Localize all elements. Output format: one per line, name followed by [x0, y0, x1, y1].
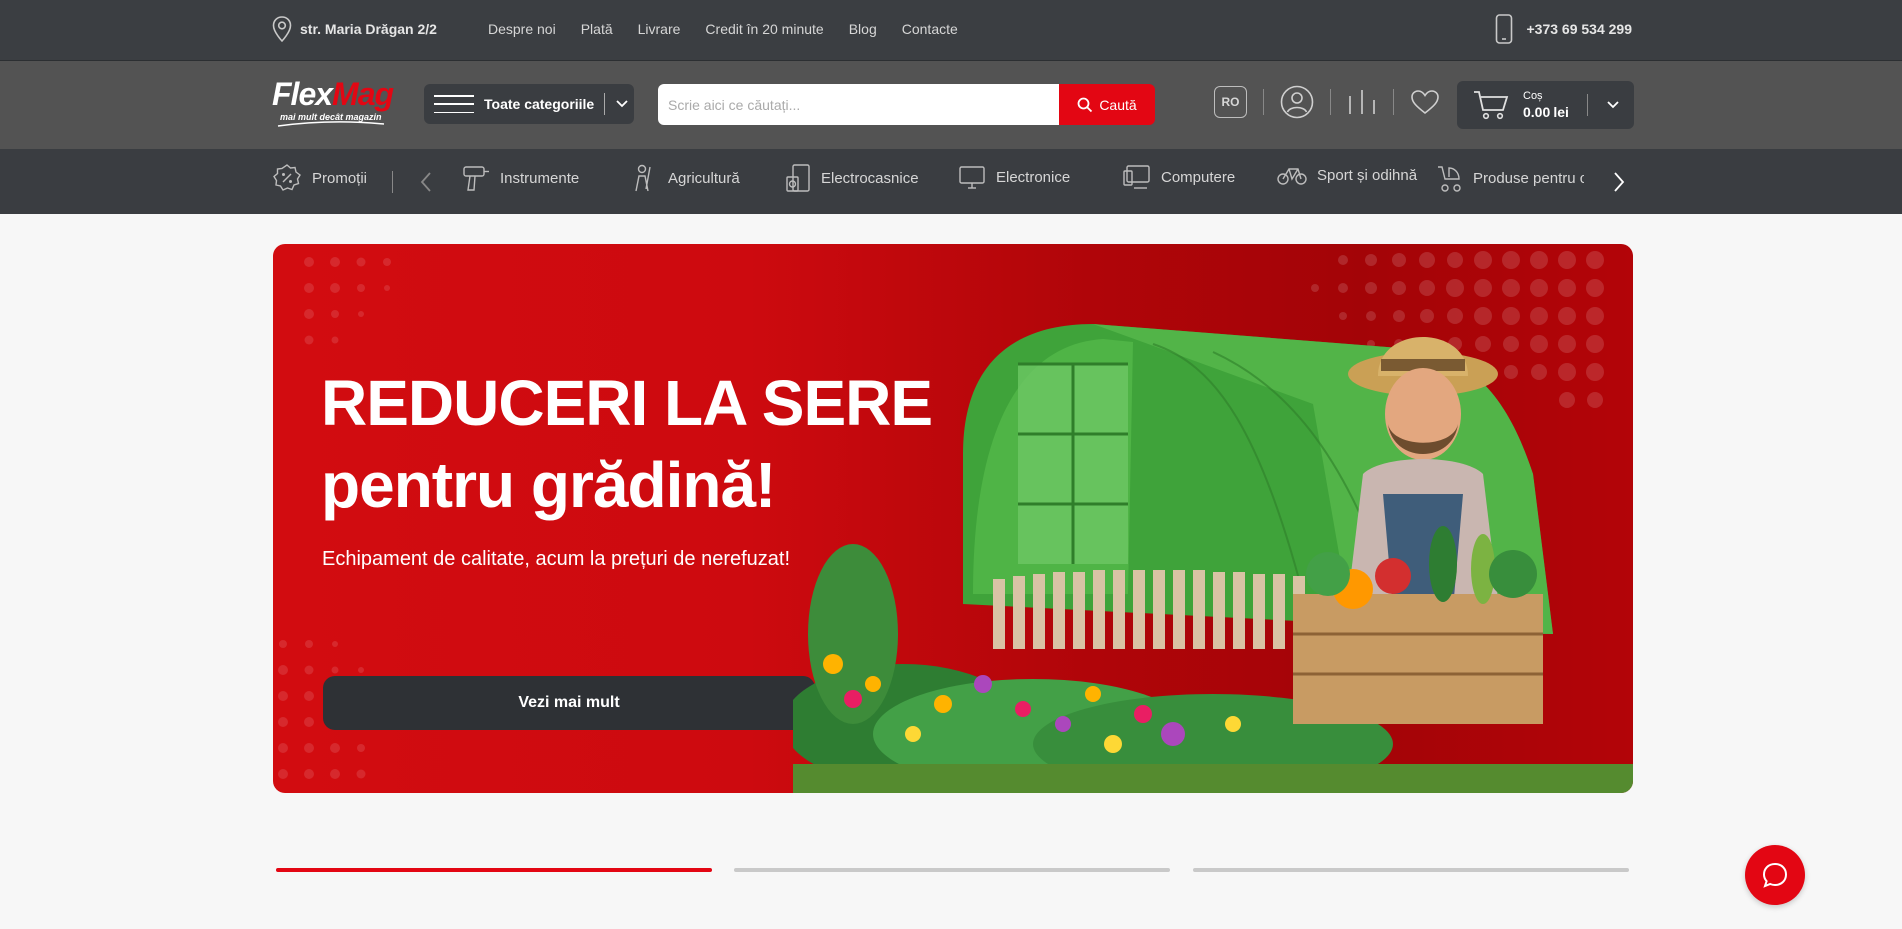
- search-input[interactable]: [658, 84, 1059, 125]
- nav-item-kids[interactable]: Produse pentru copii: [1435, 163, 1584, 193]
- farmer-icon: [635, 164, 651, 192]
- search-icon: [1077, 97, 1093, 112]
- top-bar: str. Maria Drăgan 2/2 Despre noi Plată L…: [0, 0, 1902, 61]
- chat-button[interactable]: [1745, 845, 1805, 905]
- site-logo[interactable]: FlexMag mai mult decât magazin: [272, 78, 402, 128]
- link-payment[interactable]: Plată: [581, 21, 613, 37]
- nav-label-electronics: Electronice: [996, 168, 1071, 186]
- nav-item-promotions[interactable]: Promoții: [272, 163, 367, 193]
- nav-item-tools[interactable]: Instrumente: [462, 163, 579, 193]
- account-icon[interactable]: [1280, 85, 1314, 119]
- computer-icon: [1123, 165, 1150, 189]
- search-bar: Caută: [658, 84, 1155, 125]
- main-header: FlexMag mai mult decât magazin Toate cat…: [0, 61, 1902, 149]
- cart-label: Coș: [1523, 90, 1543, 102]
- menu-icon: [434, 95, 474, 113]
- phone-number: +373 69 534 299: [1526, 21, 1633, 37]
- categories-label: Toate categoriile: [484, 96, 595, 112]
- banner-subtitle: Echipament de calitate, acum la prețuri …: [322, 548, 791, 570]
- bicycle-icon: [1277, 168, 1307, 185]
- chevron-down-icon: [616, 100, 628, 108]
- slider-indicator-2[interactable]: [734, 868, 1170, 872]
- nav-item-computers[interactable]: Computere: [1123, 163, 1235, 191]
- hero-banner[interactable]: REDUCERI LA SERE pentru grădină! Echipam…: [273, 244, 1633, 793]
- search-button-label: Caută: [1099, 96, 1137, 113]
- nav-label-promotions: Promoții: [312, 169, 368, 187]
- nav-label-appliances: Electrocasnice: [821, 169, 919, 187]
- heart-icon[interactable]: [1410, 89, 1440, 115]
- header-icons: RO: [1214, 85, 1440, 119]
- logo-word-mag: Mag: [332, 76, 394, 112]
- cart-currency: lei: [1553, 104, 1569, 120]
- nav-label-sport: Sport și odihnă: [1317, 166, 1418, 184]
- nav-label-kids: Produse pentru copii: [1473, 169, 1584, 187]
- nav-item-agriculture[interactable]: Agricultură: [630, 163, 740, 193]
- compare-icon[interactable]: [1347, 88, 1377, 116]
- nav-label-computers: Computere: [1161, 168, 1236, 186]
- cart-icon: [1474, 91, 1509, 120]
- link-contacts[interactable]: Contacte: [902, 21, 958, 37]
- language-switcher[interactable]: RO: [1214, 86, 1247, 118]
- link-delivery[interactable]: Livrare: [638, 21, 681, 37]
- store-address[interactable]: str. Maria Drăgan 2/2: [272, 16, 437, 42]
- stroller-icon: [1438, 166, 1461, 192]
- all-categories-button[interactable]: Toate categoriile: [424, 84, 634, 124]
- drill-icon: [463, 166, 489, 191]
- appliance-icon: [786, 164, 810, 192]
- slider-indicator-1[interactable]: [276, 868, 712, 872]
- phone-icon: [1495, 14, 1512, 44]
- nav-label-agriculture: Agricultură: [668, 169, 740, 187]
- logo-swoosh: [277, 121, 385, 127]
- cart-chevron-down-icon[interactable]: [1606, 100, 1620, 110]
- phone-contact[interactable]: +373 69 534 299: [1495, 14, 1633, 44]
- category-nav: Promoții Instrumente Agricultură Electro…: [0, 149, 1902, 214]
- nav-scroll-area: Instrumente Agricultură Electrocasnice E…: [460, 149, 1584, 214]
- nav-item-sport[interactable]: Sport și odihnă: [1277, 163, 1417, 187]
- discount-badge-icon: [273, 164, 301, 191]
- link-blog[interactable]: Blog: [849, 21, 877, 37]
- monitor-icon: [959, 166, 985, 189]
- cart-button[interactable]: Coș 0.00 lei: [1457, 81, 1634, 129]
- link-credit[interactable]: Credit în 20 minute: [705, 21, 823, 37]
- chevron-right-icon[interactable]: [1612, 171, 1626, 193]
- location-pin-icon: [272, 16, 292, 42]
- top-links: Despre noi Plată Livrare Credit în 20 mi…: [488, 21, 983, 37]
- link-about[interactable]: Despre noi: [488, 21, 556, 37]
- address-text: str. Maria Drăgan 2/2: [300, 21, 437, 37]
- logo-word-flex: Flex: [272, 76, 333, 112]
- nav-item-electronics[interactable]: Electronice: [958, 163, 1070, 191]
- chevron-left-icon[interactable]: [419, 171, 433, 193]
- slider-indicator-3[interactable]: [1193, 868, 1629, 872]
- chat-bubble-icon: [1762, 862, 1788, 888]
- banner-cta-button[interactable]: Vezi mai mult: [323, 676, 815, 730]
- nav-label-tools: Instrumente: [500, 169, 580, 187]
- greenhouse-illustration: [793, 324, 1633, 793]
- search-button[interactable]: Caută: [1059, 84, 1155, 125]
- cart-total: 0.00: [1523, 104, 1551, 120]
- nav-item-appliances[interactable]: Electrocasnice: [785, 163, 919, 193]
